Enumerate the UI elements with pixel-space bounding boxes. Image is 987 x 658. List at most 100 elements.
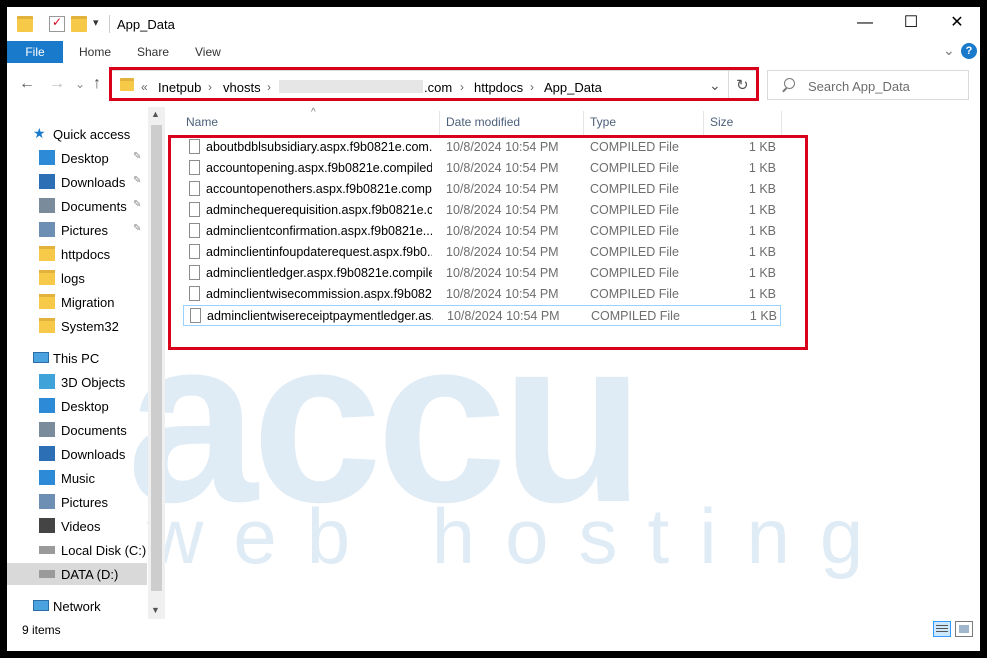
column-date-modified[interactable]: Date modified <box>446 115 520 129</box>
folder-icon <box>39 294 55 309</box>
nav-item-3d-objects[interactable]: 3D Objects <box>7 371 147 393</box>
nav-item-pictures[interactable]: Pictures <box>7 491 147 513</box>
nav-label: Downloads <box>61 447 126 462</box>
scroll-down-icon[interactable]: ▼ <box>151 605 160 615</box>
downloads-icon <box>39 446 55 461</box>
file-size: 1 KB <box>748 182 776 196</box>
nav-item-data-d[interactable]: DATA (D:) <box>7 563 147 585</box>
drive-icon <box>39 546 55 554</box>
videos-icon <box>39 518 55 533</box>
file-date-modified: 10/8/2024 10:54 PM <box>446 161 559 175</box>
file-type: COMPILED File <box>590 266 679 280</box>
desktop-icon <box>39 150 55 165</box>
documents-icon <box>39 198 55 213</box>
nav-item-downloads[interactable]: Downloads ✎ <box>7 171 147 193</box>
file-date-modified: 10/8/2024 10:54 PM <box>446 224 559 238</box>
nav-item-local-disk-c[interactable]: Local Disk (C:) <box>7 539 147 561</box>
pc-icon <box>33 352 49 363</box>
file-row[interactable]: adminclientwisereceiptpaymentledger.as..… <box>183 305 781 326</box>
search-icon-handle <box>782 87 787 93</box>
documents-icon <box>39 422 55 437</box>
file-type: COMPILED File <box>591 309 680 323</box>
file-row[interactable]: adminclientinfoupdaterequest.aspx.f9b0..… <box>183 242 781 263</box>
column-divider[interactable] <box>781 111 782 135</box>
nav-item-system32[interactable]: System32 <box>7 315 147 337</box>
details-view-icon[interactable] <box>933 621 951 637</box>
column-divider[interactable] <box>703 111 704 135</box>
nav-label: Downloads <box>61 175 126 190</box>
recent-locations-button[interactable]: ⌄ <box>75 77 85 91</box>
nav-label: Local Disk (C:) <box>61 543 147 558</box>
nav-this-pc[interactable]: This PC <box>7 347 147 369</box>
back-button[interactable]: ← <box>19 75 35 93</box>
file-size: 1 KB <box>749 309 777 323</box>
nav-item-desktop[interactable]: Desktop <box>7 395 147 417</box>
nav-label: httpdocs <box>61 247 111 262</box>
up-button[interactable]: ↑ <box>93 75 101 93</box>
customize-toolbar-icon[interactable]: ▾ <box>93 16 109 32</box>
file-icon <box>189 202 200 217</box>
nav-label: Network <box>53 599 101 614</box>
properties-icon[interactable]: ✓ <box>49 15 65 32</box>
file-row[interactable]: accountopenothers.aspx.f9b0821e.compi...… <box>183 179 781 200</box>
pin-icon: ✎ <box>133 175 142 186</box>
nav-item-desktop[interactable]: Desktop ✎ <box>7 147 147 169</box>
nav-quick-access[interactable]: ★ Quick access <box>7 123 147 145</box>
file-row[interactable]: aboutbdblsubsidiary.aspx.f9b0821e.com...… <box>183 137 781 158</box>
nav-item-music[interactable]: Music <box>7 467 147 489</box>
desktop-icon <box>39 398 55 413</box>
ribbon-tabs: File Home Share View ⌄ ? <box>7 41 980 63</box>
nav-item-migration[interactable]: Migration <box>7 291 147 313</box>
new-folder-icon[interactable] <box>71 16 87 32</box>
column-divider[interactable] <box>583 111 584 135</box>
nav-item-pictures[interactable]: Pictures ✎ <box>7 219 147 241</box>
file-row[interactable]: adminclientconfirmation.aspx.f9b0821e...… <box>183 221 781 242</box>
tab-home[interactable]: Home <box>79 45 111 59</box>
search-box[interactable]: Search App_Data <box>767 70 969 100</box>
tab-file[interactable]: File <box>7 41 63 63</box>
nav-item-downloads[interactable]: Downloads <box>7 443 147 465</box>
file-row[interactable]: adminchequerequisition.aspx.f9b0821e.c..… <box>183 200 781 221</box>
minimize-button[interactable]: — <box>842 7 888 39</box>
file-name: adminclientinfoupdaterequest.aspx.f9b0..… <box>206 245 432 259</box>
nav-item-httpdocs[interactable]: httpdocs <box>7 243 147 265</box>
search-input[interactable]: Search App_Data <box>808 79 910 94</box>
nav-item-logs[interactable]: logs <box>7 267 147 289</box>
file-row[interactable]: adminclientwisecommission.aspx.f9b082...… <box>183 284 781 305</box>
file-type: COMPILED File <box>590 245 679 259</box>
forward-button[interactable]: → <box>49 75 65 93</box>
nav-label: Videos <box>61 519 101 534</box>
folder-icon <box>39 270 55 285</box>
expand-ribbon-icon[interactable]: ⌄ <box>943 42 955 59</box>
file-row[interactable]: accountopening.aspx.f9b0821e.compiled 10/… <box>183 158 781 179</box>
maximize-button[interactable]: ☐ <box>888 7 934 39</box>
nav-item-documents[interactable]: Documents ✎ <box>7 195 147 217</box>
tab-view[interactable]: View <box>195 45 221 59</box>
pin-icon: ✎ <box>133 151 142 162</box>
file-row[interactable]: adminclientledger.aspx.f9b0821e.compiled… <box>183 263 781 284</box>
nav-network[interactable]: Network <box>7 595 147 617</box>
file-type: COMPILED File <box>590 287 679 301</box>
file-name: adminclientconfirmation.aspx.f9b0821e...… <box>206 224 432 238</box>
close-button[interactable]: ✕ <box>934 7 980 39</box>
nav-label: Music <box>61 471 95 486</box>
nav-label: This PC <box>53 351 100 366</box>
nav-label: Pictures <box>61 223 108 238</box>
scroll-up-icon[interactable]: ▲ <box>151 109 160 119</box>
column-divider[interactable] <box>439 111 440 135</box>
title-bar: ✓ ▾ App_Data — ☐ ✕ <box>7 7 980 41</box>
nav-item-videos[interactable]: Videos <box>7 515 147 537</box>
nav-item-documents[interactable]: Documents <box>7 419 147 441</box>
large-icons-view-icon[interactable] <box>955 621 973 637</box>
file-icon <box>189 223 200 238</box>
file-type: COMPILED File <box>590 224 679 238</box>
column-name[interactable]: Name <box>186 115 218 129</box>
column-size[interactable]: Size <box>710 115 733 129</box>
file-icon <box>189 265 200 280</box>
column-type[interactable]: Type <box>590 115 616 129</box>
file-date-modified: 10/8/2024 10:54 PM <box>446 266 559 280</box>
nav-scrollbar-thumb[interactable] <box>151 125 162 591</box>
title-divider <box>109 15 110 33</box>
tab-share[interactable]: Share <box>137 45 169 59</box>
help-icon[interactable]: ? <box>961 43 977 59</box>
